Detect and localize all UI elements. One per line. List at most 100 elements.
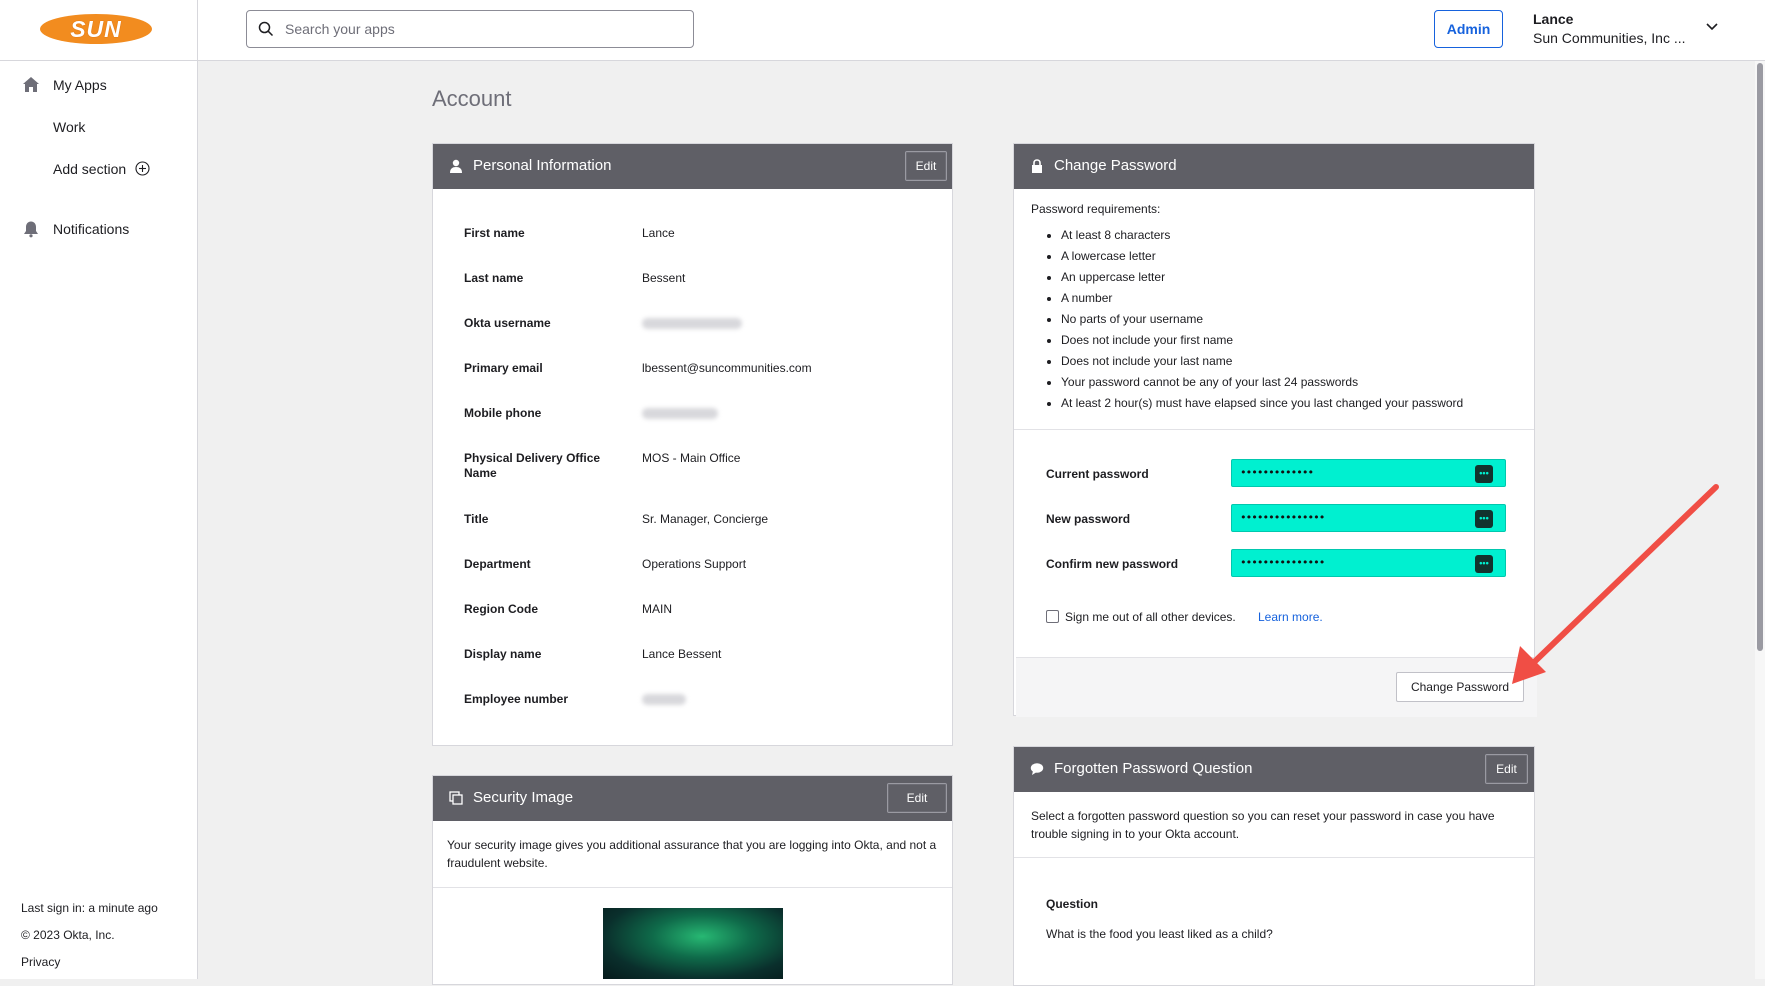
- password-value: •••••••••••••••: [1240, 556, 1325, 569]
- scrollbar-thumb[interactable]: [1757, 63, 1763, 651]
- sidebar: My Apps Work Add section Notifications L…: [0, 61, 198, 979]
- card-title: Forgotten Password Question: [1054, 760, 1253, 777]
- field-label: Region Code: [464, 602, 538, 616]
- logo-text: SUN: [70, 16, 122, 42]
- home-icon: [23, 77, 39, 92]
- field-label: Primary email: [464, 361, 543, 375]
- copyright: © 2023 Okta, Inc.: [21, 928, 115, 942]
- edit-security-image-button[interactable]: Edit: [887, 783, 947, 813]
- requirements-list: At least 8 characters A lowercase letter…: [1031, 225, 1463, 414]
- password-manager-icon[interactable]: •••: [1475, 465, 1493, 483]
- field-label: Physical Delivery Office Name: [464, 451, 601, 480]
- confirm-password-label: Confirm new password: [1046, 557, 1179, 571]
- list-item: Does not include your first name: [1061, 330, 1463, 351]
- field-label: Display name: [464, 647, 542, 661]
- question-label: Question: [1046, 897, 1099, 911]
- user-org[interactable]: Sun Communities, Inc ...: [1533, 30, 1686, 46]
- bell-icon: [24, 221, 38, 238]
- password-value: •••••••••••••••: [1240, 511, 1325, 524]
- sidebar-item-label: My Apps: [53, 77, 107, 93]
- search-icon: [258, 21, 274, 37]
- scrollbar[interactable]: [1755, 61, 1765, 979]
- security-image-description: Your security image gives you additional…: [447, 838, 937, 870]
- security-image: [603, 908, 783, 979]
- sidebar-item-label: Work: [53, 119, 86, 135]
- password-value: •••••••••••••: [1240, 466, 1314, 479]
- new-password-label: New password: [1046, 512, 1131, 526]
- field-label: Okta username: [464, 316, 551, 330]
- card-header: Personal Information Edit: [433, 144, 952, 189]
- field-value: Bessent: [642, 271, 686, 285]
- forgotten-question-description: Select a forgotten password question so …: [1031, 809, 1495, 841]
- password-manager-icon[interactable]: •••: [1475, 555, 1493, 573]
- learn-more-link[interactable]: Learn more.: [1258, 610, 1323, 624]
- confirm-password-input[interactable]: ••••••••••••••• •••: [1231, 549, 1506, 577]
- sign-out-devices-checkbox[interactable]: [1046, 610, 1059, 623]
- field-label: First name: [464, 226, 525, 240]
- forgotten-password-question-card: Forgotten Password Question Edit: [1013, 746, 1535, 986]
- list-item: At least 2 hour(s) must have elapsed sin…: [1061, 393, 1463, 414]
- sidebar-item-label: Notifications: [53, 221, 130, 237]
- person-icon: [450, 159, 462, 173]
- lock-icon: [1032, 159, 1042, 173]
- last-sign-in: Last sign in: a minute ago: [21, 901, 158, 915]
- edit-forgotten-question-button[interactable]: Edit: [1485, 754, 1528, 784]
- field-label: Title: [464, 512, 489, 526]
- chevron-down-icon[interactable]: [1705, 20, 1719, 34]
- divider: [433, 887, 952, 888]
- card-title: Personal Information: [473, 157, 612, 174]
- current-password-label: Current password: [1046, 467, 1149, 481]
- requirements-title: Password requirements:: [1031, 202, 1161, 216]
- sidebar-item-add-section[interactable]: Add section: [0, 152, 197, 186]
- list-item: A number: [1061, 288, 1463, 309]
- redacted-value: [642, 408, 718, 419]
- card-title: Change Password: [1054, 157, 1177, 174]
- card-header: Security Image Edit: [433, 776, 952, 821]
- speech-bubble-icon: [1030, 763, 1044, 775]
- field-label: Mobile phone: [464, 406, 542, 420]
- list-item: At least 8 characters: [1061, 225, 1463, 246]
- card-header: Change Password: [1014, 144, 1534, 189]
- search-box[interactable]: [246, 10, 694, 48]
- sidebar-item-work[interactable]: Work: [0, 110, 197, 144]
- admin-button[interactable]: Admin: [1434, 10, 1503, 48]
- user-name[interactable]: Lance: [1533, 11, 1573, 27]
- card-title: Security Image: [473, 789, 574, 806]
- list-item: A lowercase letter: [1061, 246, 1463, 267]
- image-stack-icon: [449, 791, 463, 805]
- field-value: MOS - Main Office: [642, 451, 741, 465]
- logo-area: SUN: [0, 0, 198, 61]
- change-password-button[interactable]: Change Password: [1396, 672, 1524, 702]
- field-label: Employee number: [464, 692, 569, 706]
- field-value: lbessent@suncommunities.com: [642, 361, 812, 375]
- list-item: No parts of your username: [1061, 309, 1463, 330]
- field-value: Sr. Manager, Concierge: [642, 512, 769, 526]
- page-title: Account: [432, 86, 512, 111]
- field-value: MAIN: [642, 602, 672, 616]
- field-label: Department: [464, 557, 531, 571]
- current-password-input[interactable]: ••••••••••••• •••: [1231, 459, 1506, 487]
- field-value: Lance Bessent: [642, 647, 722, 661]
- sign-out-devices-label: Sign me out of all other devices.: [1065, 610, 1236, 624]
- edit-personal-info-button[interactable]: Edit: [905, 151, 947, 181]
- password-manager-icon[interactable]: •••: [1475, 510, 1493, 528]
- privacy-link[interactable]: Privacy: [21, 955, 60, 969]
- field-value: Operations Support: [642, 557, 747, 571]
- list-item: Does not include your last name: [1061, 351, 1463, 372]
- search-input[interactable]: [283, 17, 683, 41]
- top-bar: SUN Admin Lance Sun Communities, Inc ...: [0, 0, 1765, 61]
- list-item: Your password cannot be any of your last…: [1061, 372, 1463, 393]
- field-value: Lance: [642, 226, 675, 240]
- sidebar-item-my-apps[interactable]: My Apps: [0, 68, 197, 102]
- sidebar-item-notifications[interactable]: Notifications: [0, 212, 197, 246]
- question-value: What is the food you least liked as a ch…: [1046, 927, 1273, 941]
- new-password-input[interactable]: ••••••••••••••• •••: [1231, 504, 1506, 532]
- field-label: Last name: [464, 271, 524, 285]
- redacted-value: [642, 318, 742, 329]
- sun-logo[interactable]: SUN: [40, 14, 152, 44]
- sidebar-item-label: Add section: [53, 161, 127, 177]
- redacted-value: [642, 694, 686, 705]
- divider: [1014, 857, 1534, 858]
- add-circle-icon: [135, 161, 150, 176]
- card-header: Forgotten Password Question Edit: [1014, 747, 1534, 792]
